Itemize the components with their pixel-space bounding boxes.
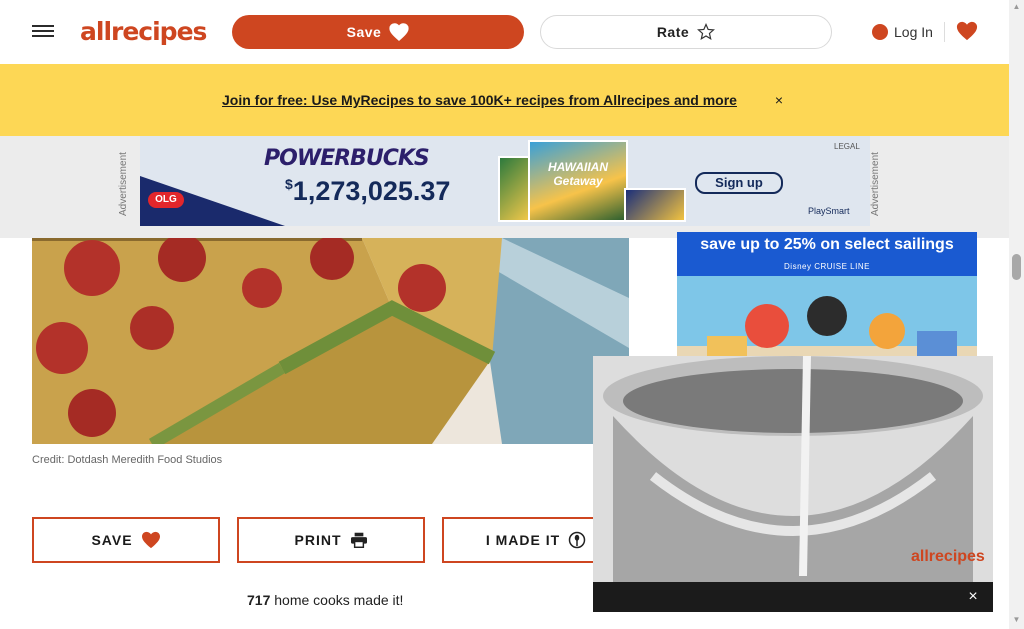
user-icon	[872, 24, 888, 40]
ticket-image: HAWAIIAN Getaway	[528, 140, 628, 222]
scrollbar-track[interactable]	[1009, 0, 1024, 629]
ad-playsmart-text: PlaySmart	[808, 206, 850, 216]
save-recipe-button[interactable]: Save	[232, 15, 524, 49]
video-player[interactable]: allrecipes	[593, 356, 993, 612]
save-button[interactable]: SAVE	[32, 517, 220, 563]
recipe-hero-image	[32, 238, 629, 444]
header-divider	[944, 22, 945, 42]
star-outline-icon	[697, 23, 716, 40]
video-close-icon[interactable]: ×	[962, 586, 984, 608]
rate-label: Rate	[656, 24, 690, 40]
save-label: Save	[346, 24, 382, 40]
ticket-text: HAWAIIAN Getaway	[548, 160, 608, 188]
scrollbar-thumb[interactable]	[1012, 254, 1021, 280]
join-free-link[interactable]: Join for free: Use MyRecipes to save 100…	[222, 88, 756, 112]
currency-symbol: $	[285, 176, 293, 192]
heart-icon	[389, 23, 409, 41]
spoon-icon	[568, 531, 586, 549]
ticket-image	[498, 156, 532, 222]
ticket-image	[624, 188, 686, 222]
i-made-it-label: I MADE IT	[485, 532, 561, 548]
heart-icon	[141, 531, 160, 549]
printer-icon	[350, 532, 367, 548]
ad-legal-text: LEGAL	[834, 142, 860, 151]
olg-logo: OLG	[148, 192, 184, 208]
print-button[interactable]: PRINT	[237, 517, 425, 563]
video-watermark: allrecipes	[911, 548, 985, 565]
save-button-label: SAVE	[91, 532, 133, 548]
heart-icon[interactable]	[956, 20, 978, 42]
scroll-down-arrow-icon[interactable]: ▼	[1011, 615, 1022, 625]
image-credit: Credit: Dotdash Meredith Food Studios	[32, 454, 223, 466]
allrecipes-logo[interactable]: allrecipes	[80, 15, 208, 49]
login-label: Log In	[894, 24, 933, 40]
print-button-label: PRINT	[294, 532, 342, 548]
ad-title: POWERBUCKS	[264, 146, 430, 171]
pizza-image	[32, 238, 629, 444]
login-link[interactable]: Log In	[872, 20, 933, 44]
video-frame	[593, 356, 993, 612]
ad-jackpot-amount: $1,273,025.37	[285, 176, 505, 212]
rate-recipe-button[interactable]: Rate	[540, 15, 832, 49]
hamburger-icon[interactable]	[32, 22, 54, 40]
banner-close-icon[interactable]: ×	[772, 90, 786, 110]
powerbucks-ad[interactable]: OLG POWERBUCKS $1,273,025.37 HAWAIIAN Ge…	[140, 136, 870, 226]
advertisement-label: Advertisement	[118, 152, 129, 216]
side-ad-brand: Disney CRUISE LINE	[784, 262, 870, 271]
scroll-up-arrow-icon[interactable]: ▲	[1011, 2, 1022, 12]
made-it-number: 717	[247, 592, 271, 608]
ad-signup-button[interactable]: Sign up	[695, 172, 783, 194]
jackpot-value: 1,273,025.37	[292, 176, 451, 206]
side-ad-title: save up to 25% on select sailings	[700, 236, 954, 253]
made-it-text: home cooks made it!	[270, 592, 404, 608]
made-it-count: 717 home cooks made it!	[247, 592, 403, 608]
advertisement-label: Advertisement	[870, 152, 881, 216]
